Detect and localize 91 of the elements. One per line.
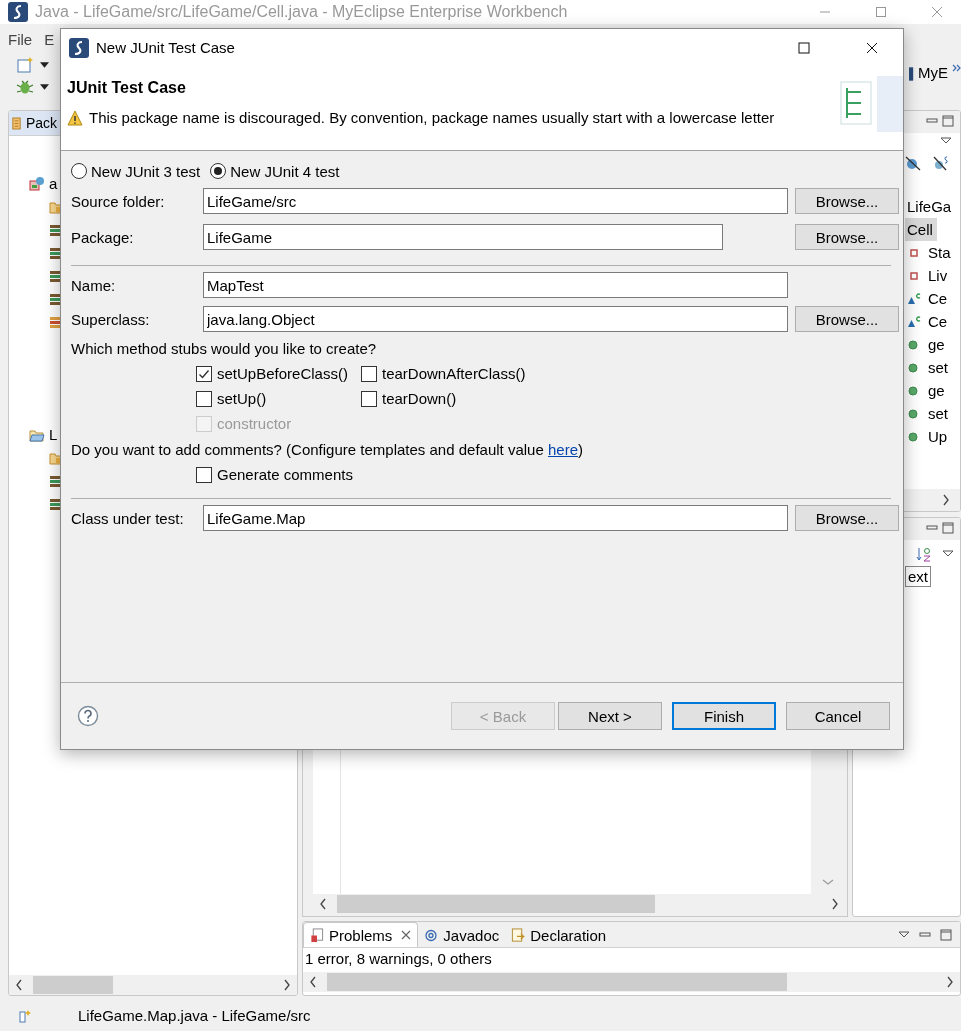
view-tab[interactable]: Problems bbox=[303, 922, 419, 947]
app-logo-icon bbox=[69, 37, 89, 58]
hide-static-icon[interactable] bbox=[933, 155, 949, 171]
wizard-button[interactable]: Cancel bbox=[786, 702, 890, 730]
maximize-icon[interactable] bbox=[940, 929, 952, 941]
comments-prompt: Do you want to add comments? (Configure templates and default value here) bbox=[71, 440, 583, 458]
new-item-icon bbox=[18, 1008, 32, 1023]
tree-item[interactable]: L bbox=[49, 426, 58, 443]
problems-summary: 1 error, 8 warnings, 0 others bbox=[304, 949, 493, 969]
scroll-right-icon[interactable] bbox=[942, 494, 950, 506]
view-tab[interactable]: Declaration bbox=[505, 923, 613, 947]
outline-item[interactable]: Cell bbox=[905, 218, 937, 241]
field-label: Name: bbox=[71, 276, 117, 294]
outline-item[interactable]: Ce bbox=[926, 313, 950, 330]
view-tab[interactable]: Javadoc bbox=[418, 923, 506, 947]
source-folder-field[interactable]: LifeGame/src bbox=[203, 188, 788, 214]
wizard-button[interactable]: Next > bbox=[558, 702, 662, 730]
stub-checkbox[interactable]: tearDown() bbox=[361, 386, 457, 411]
menu-item[interactable]: E bbox=[44, 30, 55, 48]
package-field[interactable]: LifeGame bbox=[203, 224, 723, 250]
browse-button[interactable]: Browse... bbox=[795, 505, 899, 531]
stub-checkbox[interactable]: setUpBeforeClass() bbox=[196, 361, 348, 386]
stub-checkbox[interactable]: tearDownAfterClass() bbox=[361, 361, 526, 386]
warning-message: This package name is discouraged. By convention, package names usually start with a lowercase letter bbox=[89, 109, 775, 126]
outline-item[interactable]: LifeGa bbox=[905, 195, 956, 218]
constructor-icon bbox=[907, 291, 921, 306]
scrollbar-thumb[interactable] bbox=[337, 895, 655, 913]
scrollbar-thumb[interactable] bbox=[33, 976, 113, 994]
stub-checkbox[interactable]: setUp() bbox=[196, 386, 267, 411]
double-chevron-icon[interactable] bbox=[952, 64, 961, 72]
browse-button[interactable]: Browse... bbox=[795, 306, 899, 332]
outline-item[interactable]: Sta bbox=[926, 244, 953, 261]
field-label: Package: bbox=[71, 228, 135, 246]
method-icon bbox=[907, 337, 921, 352]
browse-button[interactable]: Browse... bbox=[795, 224, 899, 250]
wizard-button[interactable]: Finish bbox=[672, 702, 776, 730]
scroll-right-icon[interactable] bbox=[283, 979, 291, 991]
scroll-right-icon[interactable] bbox=[946, 976, 954, 988]
window-title: Java - LifeGame/src/LifeGame/Cell.java - MyEclipse Enterprise Workbench bbox=[35, 3, 569, 21]
outline-item[interactable]: Ce bbox=[926, 290, 950, 307]
package-explorer-icon bbox=[11, 116, 22, 130]
dialog-title: New JUnit Test Case bbox=[96, 39, 236, 56]
at-sign-icon bbox=[424, 927, 439, 943]
scroll-right-icon[interactable] bbox=[831, 898, 839, 910]
outline-item[interactable]: Liv bbox=[926, 267, 950, 284]
problems-icon bbox=[310, 927, 324, 943]
version-radio[interactable]: New JUnit 3 test bbox=[71, 162, 201, 180]
maximize-icon[interactable] bbox=[942, 115, 954, 127]
method-icon bbox=[907, 406, 921, 421]
method-icon bbox=[907, 383, 921, 398]
scrollbar-thumb[interactable] bbox=[327, 973, 787, 991]
method-icon bbox=[907, 429, 921, 444]
scroll-left-icon[interactable] bbox=[309, 976, 317, 988]
outline-item[interactable]: ge bbox=[926, 382, 947, 399]
name-field[interactable]: MapTest bbox=[203, 272, 788, 298]
outline-item[interactable]: ge bbox=[926, 336, 947, 353]
constructor-icon bbox=[907, 314, 921, 329]
page-heading: JUnit Test Case bbox=[67, 79, 187, 97]
project-icon bbox=[29, 175, 45, 192]
menu-item[interactable]: File bbox=[8, 30, 33, 48]
hide-fields-icon[interactable] bbox=[905, 155, 921, 171]
outline-item[interactable]: set bbox=[926, 405, 950, 422]
comments-checkbox[interactable]: Generate comments bbox=[196, 466, 353, 483]
help-icon[interactable] bbox=[77, 705, 99, 727]
superclass-field[interactable]: java.lang.Object bbox=[203, 306, 788, 332]
status-text: LifeGame.Map.java - LifeGame/src bbox=[78, 1007, 311, 1024]
method-icon bbox=[907, 360, 921, 375]
field-label: Superclass: bbox=[71, 310, 151, 328]
perspective-icon bbox=[909, 66, 914, 82]
field-label: Source folder: bbox=[71, 192, 166, 210]
sort-icon[interactable] bbox=[916, 546, 932, 562]
browse-button[interactable]: Browse... bbox=[795, 188, 899, 214]
declaration-icon bbox=[511, 927, 526, 943]
perspective-tab[interactable]: MyE bbox=[918, 64, 948, 81]
templates-link[interactable]: here bbox=[547, 440, 578, 458]
caret-icon[interactable] bbox=[40, 84, 49, 90]
version-radio[interactable]: New JUnit 4 test bbox=[210, 162, 340, 180]
class-under-test-field[interactable]: LifeGame.Map bbox=[203, 505, 788, 531]
scroll-left-icon[interactable] bbox=[15, 979, 23, 991]
scroll-down-icon[interactable] bbox=[822, 878, 834, 886]
tree-item[interactable]: a bbox=[49, 175, 58, 192]
scroll-left-icon[interactable] bbox=[319, 898, 327, 910]
field-label: Class under test: bbox=[71, 509, 185, 527]
warning-icon bbox=[67, 109, 83, 126]
caret-icon[interactable] bbox=[40, 62, 49, 68]
filter-field[interactable]: ext bbox=[905, 566, 931, 587]
stubs-prompt: Which method stubs would you like to create? bbox=[71, 338, 378, 359]
outline-item[interactable]: Up bbox=[926, 428, 950, 445]
bug-icon[interactable] bbox=[16, 78, 34, 96]
maximize-icon[interactable] bbox=[942, 522, 954, 534]
outline-item[interactable]: set bbox=[926, 359, 950, 376]
